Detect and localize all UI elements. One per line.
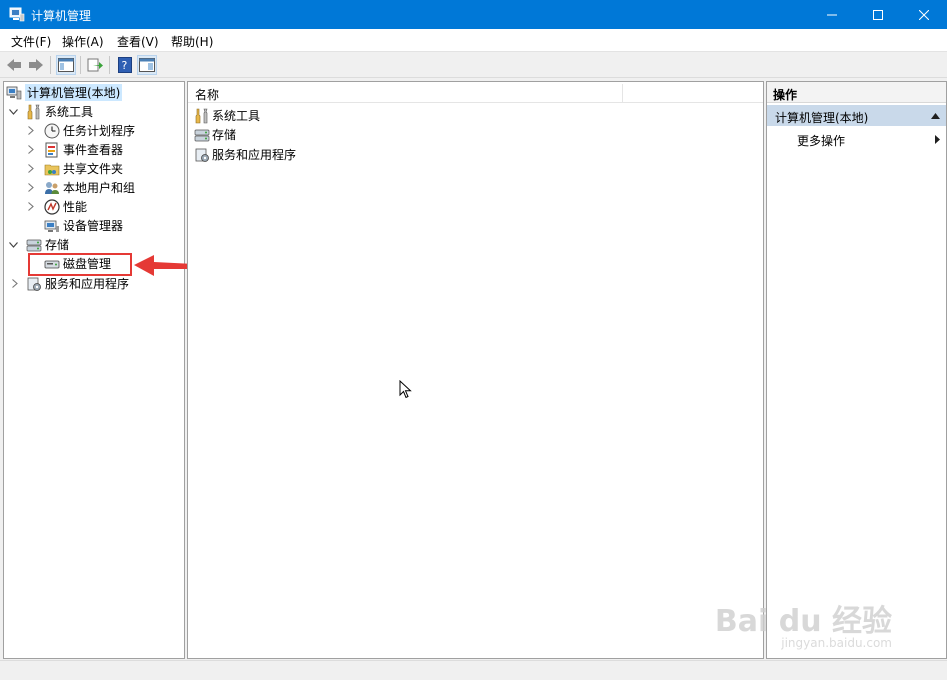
list-item[interactable]: 服务和应用程序 [194, 145, 296, 164]
forward-arrow-icon [29, 59, 43, 71]
baidu-watermark: Bai du 经验 [714, 604, 892, 639]
tree-label-event-viewer: 事件查看器 [63, 143, 124, 157]
chevron-right-icon[interactable] [26, 178, 36, 197]
toolbar-separator [80, 56, 81, 74]
toolbar-separator [50, 56, 51, 74]
performance-icon [44, 198, 60, 215]
action-section-label: 计算机管理(本地) [775, 111, 869, 125]
svg-text:?: ? [122, 59, 128, 72]
action-pane-header: 操作 [767, 82, 946, 103]
maximize-button[interactable] [855, 0, 901, 29]
chevron-down-icon[interactable] [8, 235, 18, 254]
collapse-up-icon[interactable] [931, 113, 940, 119]
tree-item-root[interactable]: 计算机管理(本地) [6, 83, 123, 102]
more-actions-item[interactable]: 更多操作 [797, 132, 845, 149]
services-icon [26, 276, 42, 292]
tree-item-shared-folders[interactable]: 共享文件夹 [26, 159, 123, 178]
window-title: 计算机管理 [31, 9, 92, 23]
tree-item-local-users[interactable]: 本地用户和组 [26, 178, 135, 197]
action-pane-icon [139, 58, 155, 72]
list-item-label: 服务和应用程序 [212, 148, 297, 162]
annotation-highlight-box [28, 253, 132, 276]
tree-item-task-scheduler[interactable]: 任务计划程序 [26, 121, 135, 140]
maximize-icon [873, 9, 883, 20]
close-button[interactable] [901, 0, 947, 29]
list-item-label: 存储 [212, 128, 237, 142]
minimize-button[interactable] [809, 0, 855, 29]
chevron-right-icon[interactable] [26, 121, 36, 140]
console-tree: 计算机管理(本地) 系统工具 任务计划程序 事件查看器 共享文件夹 本地用户和组… [3, 81, 185, 659]
tree-label-performance: 性能 [63, 200, 88, 214]
event-viewer-icon [44, 142, 60, 158]
show-hide-tree-button[interactable] [56, 55, 76, 75]
help-button[interactable]: ? [115, 55, 135, 75]
menu-view[interactable]: 查看(V) [117, 33, 159, 50]
tree-label-device-manager: 设备管理器 [63, 219, 124, 233]
mouse-cursor-icon [399, 380, 412, 399]
menu-bar: 文件(F) 操作(A) 查看(V) 帮助(H) [0, 29, 947, 52]
column-header: 名称 [188, 82, 763, 103]
shared-folder-icon [44, 161, 60, 177]
tree-label-shared-folders: 共享文件夹 [63, 162, 124, 176]
column-divider[interactable] [622, 84, 623, 102]
menu-help[interactable]: 帮助(H) [171, 33, 213, 50]
submenu-arrow-icon [935, 135, 940, 144]
toolbar: ? [0, 52, 947, 78]
chevron-right-icon[interactable] [26, 197, 36, 216]
wrench-icon [26, 104, 42, 120]
tree-item-event-viewer[interactable]: 事件查看器 [26, 140, 123, 159]
export-list-button[interactable] [85, 55, 105, 75]
tree-label-storage: 存储 [45, 238, 70, 252]
column-name-header[interactable]: 名称 [195, 86, 219, 103]
show-action-pane-button[interactable] [137, 55, 157, 75]
storage-icon [26, 237, 42, 253]
menu-action[interactable]: 操作(A) [62, 33, 104, 50]
computer-management-icon [9, 7, 25, 22]
help-icon: ? [118, 57, 132, 73]
services-icon [194, 147, 210, 163]
menu-file[interactable]: 文件(F) [11, 33, 51, 50]
results-pane: 名称 系统工具 存储 服务和应用程序 [187, 81, 764, 659]
console-tree-icon [58, 58, 74, 72]
title-bar: 计算机管理 [0, 0, 947, 29]
action-pane: 操作 计算机管理(本地) 更多操作 [766, 81, 947, 659]
tree-label-system-tools: 系统工具 [45, 105, 94, 119]
status-bar [0, 660, 947, 680]
baidu-watermark-url: jingyan.baidu.com [781, 636, 892, 650]
tree-item-system-tools[interactable]: 系统工具 [8, 102, 93, 121]
device-manager-icon [44, 218, 60, 234]
minimize-icon [827, 14, 837, 15]
toolbar-separator [109, 56, 110, 74]
export-icon [87, 58, 103, 72]
more-actions-label: 更多操作 [797, 134, 846, 148]
users-icon [44, 180, 60, 196]
tree-label-services-apps: 服务和应用程序 [45, 277, 130, 291]
computer-management-icon [6, 85, 22, 101]
chevron-down-icon[interactable] [8, 102, 18, 121]
forward-button[interactable] [26, 55, 46, 75]
tree-item-device-manager[interactable]: 设备管理器 [26, 216, 123, 235]
back-button[interactable] [4, 55, 24, 75]
chevron-right-icon[interactable] [26, 159, 36, 178]
back-arrow-icon [7, 59, 21, 71]
tree-item-performance[interactable]: 性能 [26, 197, 87, 216]
storage-icon [194, 127, 210, 143]
tree-item-storage[interactable]: 存储 [8, 235, 69, 254]
list-item[interactable]: 存储 [194, 125, 236, 144]
tree-label-task-scheduler: 任务计划程序 [63, 124, 136, 138]
tree-label-root: 计算机管理(本地) [25, 84, 123, 101]
list-item-label: 系统工具 [212, 109, 261, 123]
tree-label-local-users: 本地用户和组 [63, 181, 136, 195]
list-item[interactable]: 系统工具 [194, 106, 260, 125]
action-section-header[interactable]: 计算机管理(本地) [767, 105, 946, 126]
tree-item-services-apps[interactable]: 服务和应用程序 [8, 274, 129, 293]
close-icon [919, 9, 929, 20]
clock-icon [44, 123, 60, 139]
chevron-right-icon[interactable] [10, 274, 20, 293]
wrench-icon [194, 108, 210, 124]
chevron-right-icon[interactable] [26, 140, 36, 159]
